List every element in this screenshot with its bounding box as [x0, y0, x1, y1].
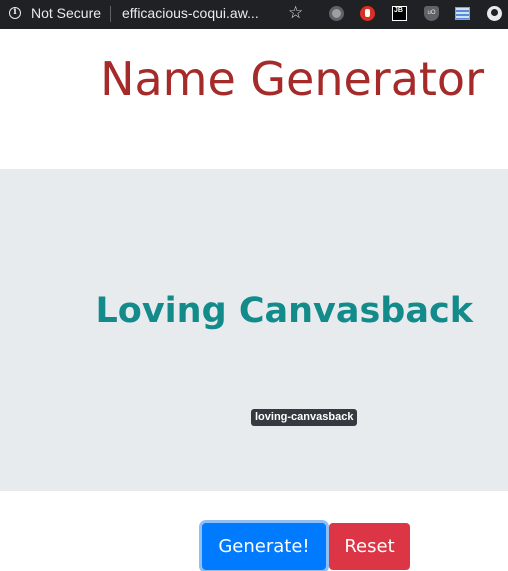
page-title: Name Generator — [100, 52, 484, 106]
security-status-label[interactable]: Not Secure — [31, 5, 101, 21]
info-icon[interactable]: i — [9, 7, 21, 19]
block-icon[interactable] — [360, 6, 375, 21]
bulb-icon[interactable] — [487, 6, 502, 21]
record-icon[interactable] — [329, 6, 344, 21]
address-bar-url[interactable]: efficacious-coqui.aw... — [122, 5, 259, 21]
name-display-panel: Loving Canvasback loving-canvasback — [0, 169, 508, 491]
generate-button[interactable]: Generate! — [202, 523, 326, 570]
slug-badge: loving-canvasback — [251, 409, 358, 426]
reset-button[interactable]: Reset — [329, 523, 410, 570]
jb-icon[interactable]: JB — [392, 6, 407, 21]
flag-icon[interactable] — [455, 7, 470, 20]
ublock-icon[interactable]: uO — [424, 6, 439, 21]
address-separator — [110, 6, 111, 22]
generated-name: Loving Canvasback — [95, 291, 474, 331]
bookmark-star-icon[interactable]: ☆ — [288, 3, 303, 23]
browser-toolbar: i Not Secure efficacious-coqui.aw... ☆ J… — [0, 0, 508, 29]
